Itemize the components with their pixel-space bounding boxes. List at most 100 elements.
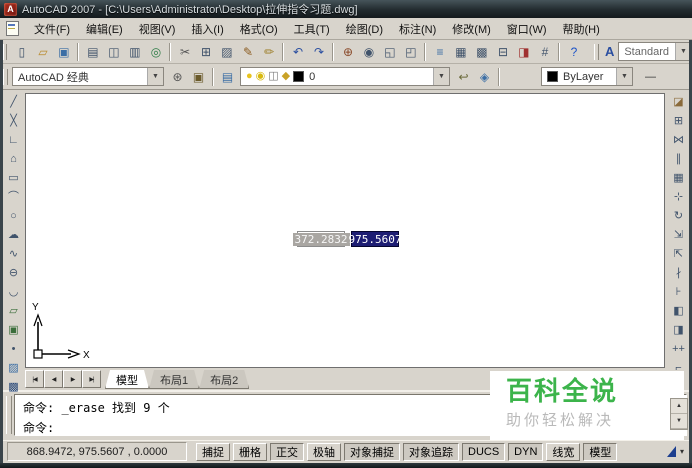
chevron-down-icon[interactable]: ▼	[616, 68, 632, 85]
tab-nav-first-button[interactable]: |◀	[25, 370, 44, 388]
match-properties-button[interactable]: ✎	[237, 41, 258, 62]
coordinate-readout[interactable]: 868.9472, 975.5607 , 0.0000	[7, 442, 187, 461]
spline-button[interactable]: ∿	[3, 245, 24, 264]
workspace-settings-button[interactable]: ⊛	[167, 66, 188, 87]
tab-nav-prev-button[interactable]: ◀	[44, 370, 63, 388]
sheet-set-manager-button[interactable]: ⊟	[492, 41, 513, 62]
titlebar[interactable]: A AutoCAD 2007 - [C:\Users\Administrator…	[0, 0, 692, 18]
menu-help[interactable]: 帮助(H)	[555, 18, 608, 40]
trim-button[interactable]: ∤	[668, 264, 689, 283]
plot-button[interactable]: ▤	[82, 41, 103, 62]
menu-file[interactable]: 文件(F)	[26, 18, 78, 40]
menu-draw[interactable]: 绘图(D)	[338, 18, 391, 40]
line-button[interactable]: ╱	[3, 93, 24, 112]
chevron-down-icon[interactable]: ▼	[433, 68, 449, 85]
insert-block-button[interactable]: ▱	[3, 302, 24, 321]
menu-edit[interactable]: 编辑(E)	[78, 18, 131, 40]
layer-states-button[interactable]: ◈	[474, 66, 495, 87]
quickcalc-button[interactable]: #	[534, 41, 555, 62]
break-at-point-button[interactable]: ◧	[668, 302, 689, 321]
toggle-ortho[interactable]: 正交	[270, 442, 304, 461]
drawing-canvas[interactable]: 372.2832 975.5607 Y X	[25, 93, 665, 368]
menu-insert[interactable]: 插入(I)	[183, 18, 231, 40]
toggle-snap[interactable]: 捕捉	[196, 442, 230, 461]
polygon-button[interactable]: ⌂	[3, 150, 24, 169]
menu-tools[interactable]: 工具(T)	[286, 18, 338, 40]
zoom-previous-button[interactable]: ◰	[400, 41, 421, 62]
new-button[interactable]: ▯	[11, 41, 32, 62]
rectangle-button[interactable]: ▭	[3, 169, 24, 188]
scroll-down-icon[interactable]: ▼	[671, 414, 687, 429]
tab-nav-next-button[interactable]: ▶	[63, 370, 82, 388]
text-style-combo[interactable]: Standard ▼	[618, 42, 692, 61]
tab-nav-last-button[interactable]: ▶|	[82, 370, 101, 388]
move-button[interactable]: ⊹	[668, 188, 689, 207]
chevron-down-icon[interactable]: ▼	[147, 68, 163, 85]
array-button[interactable]: ▦	[668, 169, 689, 188]
menu-window[interactable]: 窗口(W)	[499, 18, 555, 40]
workspace-save-button[interactable]: ▣	[188, 66, 209, 87]
arc-button[interactable]: ⌒	[3, 188, 24, 207]
command-window-grip[interactable]	[6, 396, 12, 434]
properties-button[interactable]: ≡	[429, 41, 450, 62]
offset-button[interactable]: ∥	[668, 150, 689, 169]
open-button[interactable]: ▱	[32, 41, 53, 62]
plot-preview-button[interactable]: ◫	[103, 41, 124, 62]
color-combo[interactable]: ByLayer ▼	[541, 67, 633, 86]
tray-icon[interactable]	[666, 446, 676, 457]
designcenter-button[interactable]: ▦	[450, 41, 471, 62]
dyn-input-y[interactable]: 975.5607	[349, 231, 402, 247]
save-button[interactable]: ▣	[53, 41, 74, 62]
menu-modify[interactable]: 修改(M)	[444, 18, 499, 40]
copy-button[interactable]: ⊞	[195, 41, 216, 62]
sheet-tab-layout2[interactable]: 布局2	[199, 370, 249, 389]
extend-button[interactable]: ⊦	[668, 283, 689, 302]
polyline-button[interactable]: ∟	[3, 131, 24, 150]
dyn-input-x[interactable]: 372.2832	[292, 231, 350, 247]
workspace-combo[interactable]: AutoCAD 经典 ▼	[12, 67, 164, 86]
menu-view[interactable]: 视图(V)	[131, 18, 184, 40]
rotate-button[interactable]: ↻	[668, 207, 689, 226]
toggle-otrack[interactable]: 对象追踪	[403, 442, 459, 461]
revision-cloud-button[interactable]: ☁	[3, 226, 24, 245]
markup-set-manager-button[interactable]: ◨	[513, 41, 534, 62]
circle-button[interactable]: ○	[3, 207, 24, 226]
toggle-polar[interactable]: 极轴	[307, 442, 341, 461]
toolbar-grip[interactable]	[3, 68, 8, 85]
cut-button[interactable]: ✂	[174, 41, 195, 62]
toggle-lineweight[interactable]: 线宽	[546, 442, 581, 461]
undo-button[interactable]: ↶	[287, 41, 308, 62]
drawing-window-icon[interactable]	[6, 21, 19, 36]
sheet-tab-layout1[interactable]: 布局1	[149, 370, 199, 389]
status-menu-arrow-icon[interactable]: ▾	[680, 447, 684, 456]
pan-button[interactable]: ⊕	[337, 41, 358, 62]
layer-combo[interactable]: ● ◉ ◫ ◆ 0 ▼	[240, 67, 450, 86]
publish-button[interactable]: ▥	[124, 41, 145, 62]
gradient-button[interactable]: ▩	[3, 378, 24, 397]
menu-dimension[interactable]: 标注(N)	[391, 18, 444, 40]
menu-format[interactable]: 格式(O)	[232, 18, 286, 40]
stretch-button[interactable]: ⇱	[668, 245, 689, 264]
scroll-up-icon[interactable]: ▲	[671, 399, 687, 414]
make-block-button[interactable]: ▣	[3, 321, 24, 340]
scale-button[interactable]: ⇲	[668, 226, 689, 245]
zoom-realtime-button[interactable]: ◉	[358, 41, 379, 62]
tool-palettes-button[interactable]: ▩	[471, 41, 492, 62]
ellipse-button[interactable]: ⊖	[3, 264, 24, 283]
join-button[interactable]: ++	[668, 340, 689, 359]
toggle-model-space[interactable]: 模型	[583, 442, 618, 461]
zoom-window-button[interactable]: ◱	[379, 41, 400, 62]
redo-button[interactable]: ↷	[308, 41, 329, 62]
break-button[interactable]: ◨	[668, 321, 689, 340]
sheet-tab-model[interactable]: 模型	[105, 370, 149, 389]
layer-previous-button[interactable]: ↩	[453, 66, 474, 87]
point-button[interactable]: •	[3, 340, 24, 359]
layer-properties-manager-button[interactable]: ▤	[217, 66, 238, 87]
mirror-button[interactable]: ⋈	[668, 131, 689, 150]
toggle-osnap[interactable]: 对象捕捉	[344, 442, 400, 461]
toggle-grid[interactable]: 栅格	[233, 442, 267, 461]
ellipse-arc-button[interactable]: ◡	[3, 283, 24, 302]
copy-object-button[interactable]: ⊞	[668, 112, 689, 131]
linetype-icon[interactable]: —	[645, 71, 656, 83]
toolbar-grip[interactable]	[594, 43, 599, 60]
